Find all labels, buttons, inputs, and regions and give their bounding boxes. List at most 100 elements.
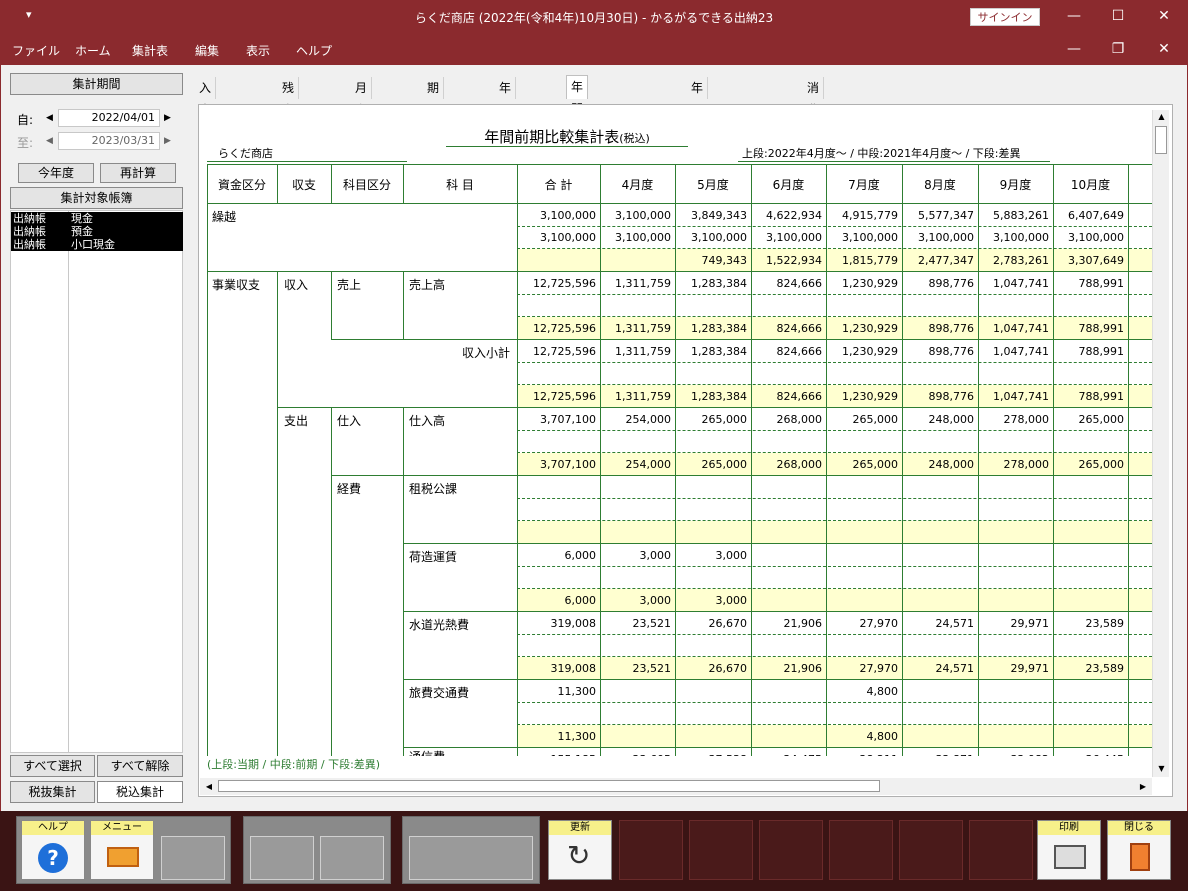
table-cell: 254,000: [625, 459, 672, 471]
refresh-button[interactable]: 更新 ↻: [548, 820, 612, 880]
from-prev-icon[interactable]: ◀: [43, 111, 56, 125]
cell-divider: [902, 612, 903, 680]
table-cell: 3,100,000: [615, 210, 671, 222]
this-year-button[interactable]: 今年度: [18, 163, 94, 183]
doc-minimize-icon[interactable]: —: [1060, 39, 1088, 59]
row-label: 租税公課: [409, 482, 458, 496]
tax-included-button[interactable]: 税込集計: [97, 781, 183, 803]
list-item[interactable]: 出納帳 預金: [11, 225, 183, 238]
menu-view[interactable]: 表示: [246, 42, 270, 59]
menu-help[interactable]: ヘルプ: [296, 42, 332, 59]
empty-slot: [250, 836, 314, 880]
row-label: 事業収支: [212, 278, 261, 292]
signin-button[interactable]: サインイン: [970, 8, 1040, 26]
list-item[interactable]: 出納帳 現金: [11, 212, 183, 225]
tab-annual[interactable]: 年間集計表: [495, 77, 517, 183]
table-cell: 11,300: [557, 731, 597, 743]
cell-divider: [517, 272, 518, 340]
header-top-line: [207, 164, 1152, 165]
menu-button[interactable]: メニュー: [90, 820, 154, 880]
printer-icon: [1054, 845, 1086, 869]
scroll-left-icon[interactable]: ◀: [202, 779, 216, 794]
tab-balance[interactable]: 残高確認表: [278, 77, 300, 183]
close-window-icon[interactable]: ✕: [1150, 6, 1178, 26]
menu-edit[interactable]: 編集: [195, 42, 219, 59]
table-cell: 1,283,384: [691, 323, 747, 335]
from-date-input[interactable]: 2022/04/01: [58, 109, 160, 127]
list-item[interactable]: 出納帳 小口現金: [11, 238, 183, 251]
table-cell: 3,707,100: [540, 459, 596, 471]
account-list[interactable]: 出納帳 現金 出納帳 預金 出納帳 小口現金: [10, 210, 183, 753]
tax-excluded-button[interactable]: 税抜集計: [10, 781, 95, 803]
recalc-button[interactable]: 再計算: [100, 163, 176, 183]
table-cell: 265,000: [852, 459, 899, 471]
print-button[interactable]: 印刷: [1037, 820, 1101, 880]
cell-divider: [675, 204, 676, 272]
tab-period[interactable]: 期間集計表: [423, 77, 445, 183]
table-cell: 5,883,261: [993, 210, 1049, 222]
empty-slot: [320, 836, 384, 880]
table-cell: 3,849,343: [691, 210, 747, 222]
to-prev-icon[interactable]: ◀: [43, 134, 56, 148]
to-label: 至:: [17, 136, 34, 150]
from-next-icon[interactable]: ▶: [161, 111, 174, 125]
select-all-button[interactable]: すべて選択: [10, 755, 95, 777]
table-cell: 1,230,929: [842, 346, 898, 358]
cell-divider: [600, 340, 601, 408]
tab-monthly[interactable]: 月次集計表: [351, 77, 373, 183]
maximize-icon[interactable]: ☐: [1104, 6, 1132, 26]
column-header: 科目区分: [342, 178, 391, 192]
tab-trend-graph[interactable]: 年間収支推移グラフ: [687, 77, 709, 271]
scroll-right-icon[interactable]: ▶: [1136, 779, 1150, 794]
disabled-slot: [829, 820, 893, 880]
cell-divider: [600, 204, 601, 272]
tab-annual-compare[interactable]: 年間前期比較集計表: [566, 75, 589, 270]
table-cell: 3,100,000: [540, 210, 596, 222]
scroll-up-icon[interactable]: ▲: [1154, 110, 1169, 124]
cell-divider: [978, 204, 979, 272]
help-button[interactable]: ヘルプ?: [21, 820, 85, 880]
row-label: 水道光熱費: [409, 618, 470, 632]
cell-divider: [902, 204, 903, 272]
table-cell: 27,970: [859, 663, 899, 675]
minimize-icon[interactable]: —: [1060, 6, 1088, 26]
tab-cashflow[interactable]: 入出金集計表: [195, 77, 217, 205]
column-header: 資金区分: [217, 178, 266, 192]
cell-divider: [1128, 680, 1129, 748]
row-label: 経費: [337, 482, 362, 496]
hline: [403, 611, 517, 612]
scroll-thumb[interactable]: [1155, 126, 1167, 154]
table-cell: 24,571: [935, 618, 975, 630]
table-cell: 1,311,759: [615, 323, 671, 335]
cell-divider: [902, 476, 903, 544]
menu-home[interactable]: ホーム: [75, 42, 111, 59]
doc-restore-icon[interactable]: ❐: [1104, 39, 1132, 59]
row-label: 仕入高: [409, 414, 446, 428]
row-divider: [517, 384, 1152, 385]
table-cell: 3,100,000: [766, 232, 822, 244]
period-header: 集計期間: [10, 73, 183, 95]
vertical-scrollbar[interactable]: ▲ ▼: [1152, 110, 1169, 777]
table-cell: 265,000: [701, 459, 748, 471]
hscroll-thumb[interactable]: [218, 780, 880, 792]
cell-divider: [826, 476, 827, 544]
hline: [403, 679, 517, 680]
table-cell: 278,000: [1003, 414, 1050, 426]
row-divider: [517, 316, 1152, 317]
menu-file[interactable]: ファイル: [12, 42, 60, 59]
cell-divider: [675, 408, 676, 476]
to-date-input[interactable]: 2023/03/31: [58, 132, 160, 150]
cell-divider: [978, 340, 979, 408]
to-next-icon[interactable]: ▶: [161, 134, 174, 148]
table-cell: 3,100,000: [993, 232, 1049, 244]
tab-tax[interactable]: 消費税集計表: [803, 77, 825, 205]
menu-summary[interactable]: 集計表: [132, 42, 168, 59]
close-button[interactable]: 閉じる: [1107, 820, 1171, 880]
refresh-icon: ↻: [567, 839, 591, 872]
disabled-slot: [619, 820, 683, 880]
horizontal-scrollbar[interactable]: ◀ ▶: [200, 778, 1152, 795]
clear-all-button[interactable]: すべて解除: [97, 755, 183, 777]
cell-divider: [978, 272, 979, 340]
doc-close-icon[interactable]: ✕: [1150, 39, 1178, 59]
scroll-down-icon[interactable]: ▼: [1154, 762, 1169, 776]
